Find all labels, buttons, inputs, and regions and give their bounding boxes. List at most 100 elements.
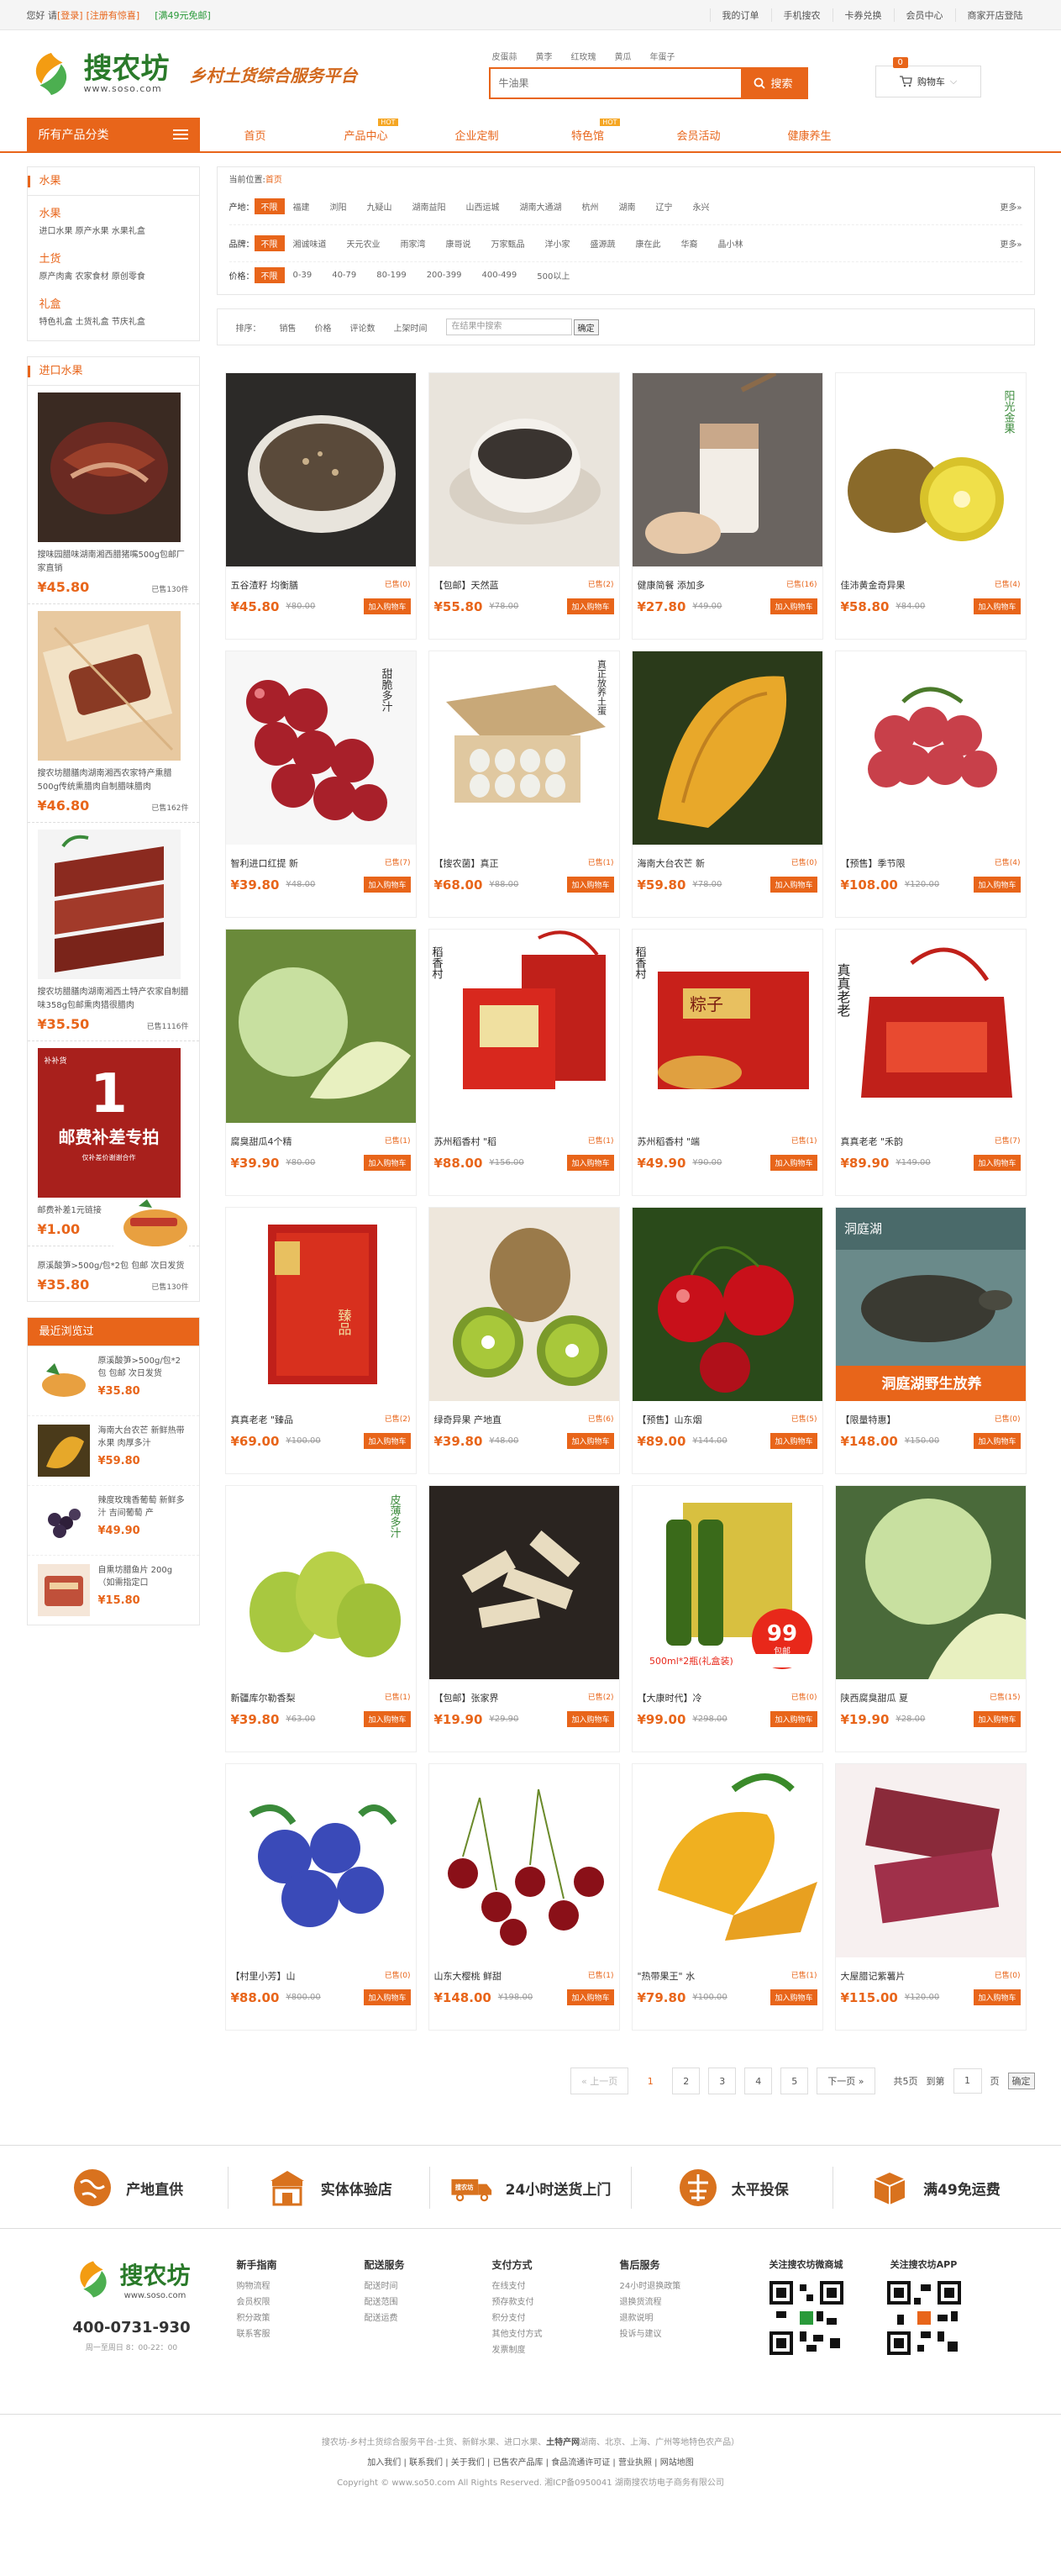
product-card[interactable]: 臻品 真真老老 "臻品 已售(2) ¥69.00 ¥100.00 加入购物车 [224, 1207, 417, 1474]
product-name[interactable]: 腐臭甜瓜4个精 [231, 1135, 292, 1148]
merchant-login-link[interactable]: 商家开店登陆 [954, 8, 1035, 22]
nav-item-custom[interactable]: 企业定制 [422, 127, 533, 143]
filter-option[interactable]: 康在此 [636, 237, 661, 250]
nav-item-special[interactable]: 特色馆 HOT [533, 118, 643, 143]
filter-option[interactable]: 80-199 [376, 271, 406, 280]
add-to-cart-button[interactable]: 加入购物车 [974, 877, 1021, 893]
product-image[interactable] [428, 1486, 619, 1679]
product-image[interactable] [632, 1764, 822, 1957]
page-button[interactable]: 3 [708, 2068, 737, 2094]
product-card[interactable]: 【包邮】张家界 已售(2) ¥19.90 ¥29.90 加入购物车 [428, 1485, 620, 1752]
footer-link[interactable]: 食品流通许可证 [551, 2458, 610, 2468]
filter-option[interactable]: 天元农业 [347, 237, 381, 250]
product-image[interactable] [225, 1764, 416, 1957]
product-image[interactable]: 甜脆多汁 [225, 651, 416, 845]
filter-all[interactable]: 不限 [254, 266, 285, 283]
nav-item-products[interactable]: 产品中心 HOT [311, 118, 422, 143]
nav-item-health[interactable]: 健康养生 [754, 127, 865, 143]
add-to-cart-button[interactable]: 加入购物车 [364, 1711, 411, 1727]
sort-price[interactable]: 价格 [315, 321, 332, 334]
product-image[interactable] [428, 1208, 619, 1401]
product-name[interactable]: 苏州稻香村 "端 [638, 1135, 701, 1148]
filter-option[interactable]: 雨家湾 [401, 237, 426, 250]
add-to-cart-button[interactable]: 加入购物车 [770, 877, 817, 893]
footer-link[interactable]: 关于我们 [451, 2458, 485, 2468]
product-image[interactable] [428, 1764, 619, 1957]
footer-link[interactable]: 联系我们 [409, 2458, 443, 2468]
add-to-cart-button[interactable]: 加入购物车 [364, 1155, 411, 1171]
add-to-cart-button[interactable]: 加入购物车 [567, 1433, 614, 1449]
footer-link[interactable]: 24小时退换政策 [620, 2278, 748, 2294]
filter-option[interactable]: 永兴 [693, 200, 710, 213]
page-button[interactable]: 2 [672, 2068, 701, 2094]
recent-item[interactable]: 海南大台农芒 新鲜热带水果 肉厚多汁 ¥59.80 [27, 1416, 199, 1486]
page-button[interactable]: 5 [780, 2068, 809, 2094]
side-product[interactable]: 搜农坊腊膳肉湖南湘西土特产农家自制腊味358g包邮熏肉猎很腊肉 ¥35.50 已售… [27, 823, 199, 1041]
footer-link[interactable]: 积分支付 [492, 2310, 620, 2326]
next-page-button[interactable]: 下一页 » [817, 2068, 875, 2094]
recent-item[interactable]: 辣度玫瑰香葡萄 新鲜多汁 吉间葡萄 产 ¥49.90 [27, 1486, 199, 1556]
category-group-title[interactable]: 土货 [39, 250, 187, 266]
footer-link[interactable]: 营业执照 [618, 2458, 652, 2468]
my-orders-link[interactable]: 我的订单 [709, 8, 771, 22]
product-image[interactable] [428, 373, 619, 566]
product-card[interactable]: 阳光金果 佳沛黄金奇异果 已售(4) ¥58.80 ¥84.00 加入购物车 [834, 372, 1027, 640]
product-image[interactable]: 99 包邮 500ml*2瓶(礼盒装) [632, 1486, 822, 1679]
product-image[interactable]: 皮薄多汁 [225, 1486, 416, 1679]
sort-reviews[interactable]: 评论数 [350, 321, 376, 334]
add-to-cart-button[interactable]: 加入购物车 [770, 598, 817, 614]
product-card[interactable]: 稻香村 苏州稻香村 "稻 已售(1) ¥88.00 ¥156.00 加入购物车 [428, 929, 620, 1196]
product-card[interactable]: 大屋腊记紫薯片 已售(0) ¥115.00 ¥120.00 加入购物车 [834, 1763, 1027, 2031]
filter-option[interactable]: 0-39 [293, 271, 313, 280]
product-name[interactable]: 【大康时代】冷 [638, 1691, 702, 1704]
hot-keyword[interactable]: 年蛋子 [650, 50, 675, 62]
footer-link[interactable]: 网站地图 [660, 2458, 694, 2468]
page-button[interactable]: 1 [637, 2068, 664, 2094]
product-card[interactable]: 洞庭湖野生放养 洞庭湖 【限量特惠】 已售(0) ¥148.00 ¥150.00 加入购… [834, 1207, 1027, 1474]
footer-link[interactable]: 预存款支付 [492, 2294, 620, 2310]
add-to-cart-button[interactable]: 加入购物车 [364, 1989, 411, 2005]
result-search-button[interactable]: 确定 [573, 319, 599, 335]
add-to-cart-button[interactable]: 加入购物车 [770, 1711, 817, 1727]
filter-option[interactable]: 福建 [293, 200, 310, 213]
add-to-cart-button[interactable]: 加入购物车 [567, 877, 614, 893]
product-name[interactable]: 陕西腐臭甜瓜 夏 [841, 1691, 909, 1704]
filter-option[interactable]: 盛源蔬 [591, 237, 616, 250]
footer-link[interactable]: 已售农产品库 [493, 2458, 544, 2468]
category-group-title[interactable]: 礼盒 [39, 295, 187, 311]
product-image[interactable]: 真真老老 [835, 930, 1026, 1123]
category-group-items[interactable]: 特色礼盒 土货礼盒 节庆礼盒 [39, 316, 187, 329]
recent-item[interactable]: 原溪酸笋>500g/包*2包 包邮 次日发货 ¥35.80 [27, 1346, 199, 1416]
product-name[interactable]: 【预售】山东烟 [638, 1413, 702, 1426]
footer-link[interactable]: 会员权限 [237, 2294, 365, 2310]
product-image[interactable] [835, 651, 1026, 845]
promo-link[interactable]: [满49元免邮] [155, 8, 211, 22]
product-card[interactable]: 甜脆多汁 智利进口红提 新 已售(7) ¥39.80 ¥48.00 加入购物车 [224, 651, 417, 918]
footer-link[interactable]: 其他支付方式 [492, 2326, 620, 2342]
nav-item-member[interactable]: 会员活动 [643, 127, 754, 143]
add-to-cart-button[interactable]: 加入购物车 [364, 1433, 411, 1449]
product-name[interactable]: 真真老老 "禾韵 [841, 1135, 904, 1148]
product-image[interactable] [835, 1486, 1026, 1679]
product-image[interactable]: 洞庭湖野生放养 洞庭湖 [835, 1208, 1026, 1401]
add-to-cart-button[interactable]: 加入购物车 [974, 1433, 1021, 1449]
product-image[interactable]: 粽子 稻香村 [632, 930, 822, 1123]
hot-keyword[interactable]: 红玫瑰 [571, 50, 596, 62]
footer-link[interactable]: 在线支付 [492, 2278, 620, 2294]
sort-sales[interactable]: 销售 [280, 321, 297, 334]
category-group-title[interactable]: 水果 [39, 204, 187, 220]
filter-option[interactable]: 晶小林 [718, 237, 743, 250]
product-name[interactable]: 苏州稻香村 "稻 [434, 1135, 497, 1148]
recent-item[interactable]: 自熏坊腊鱼片 200g（如需指定口 ¥15.80 [28, 1556, 199, 1625]
filter-option[interactable]: 九疑山 [367, 200, 392, 213]
product-card[interactable]: "热带果王" 水 已售(1) ¥79.80 ¥100.00 加入购物车 [631, 1763, 823, 2031]
footer-link[interactable]: 配送运费 [365, 2310, 492, 2326]
add-to-cart-button[interactable]: 加入购物车 [364, 877, 411, 893]
breadcrumb-home[interactable]: 首页 [265, 176, 282, 185]
product-name[interactable]: 新疆库尔勒香梨 [231, 1691, 296, 1704]
product-card[interactable]: 【预售】山东烟 已售(5) ¥89.00 ¥144.00 加入购物车 [631, 1207, 823, 1474]
product-image[interactable]: 真正放养土蛋 [428, 651, 619, 845]
product-image[interactable] [225, 373, 416, 566]
hot-keyword[interactable]: 黄李 [536, 50, 553, 62]
filter-option[interactable]: 湖南益阳 [412, 200, 446, 213]
